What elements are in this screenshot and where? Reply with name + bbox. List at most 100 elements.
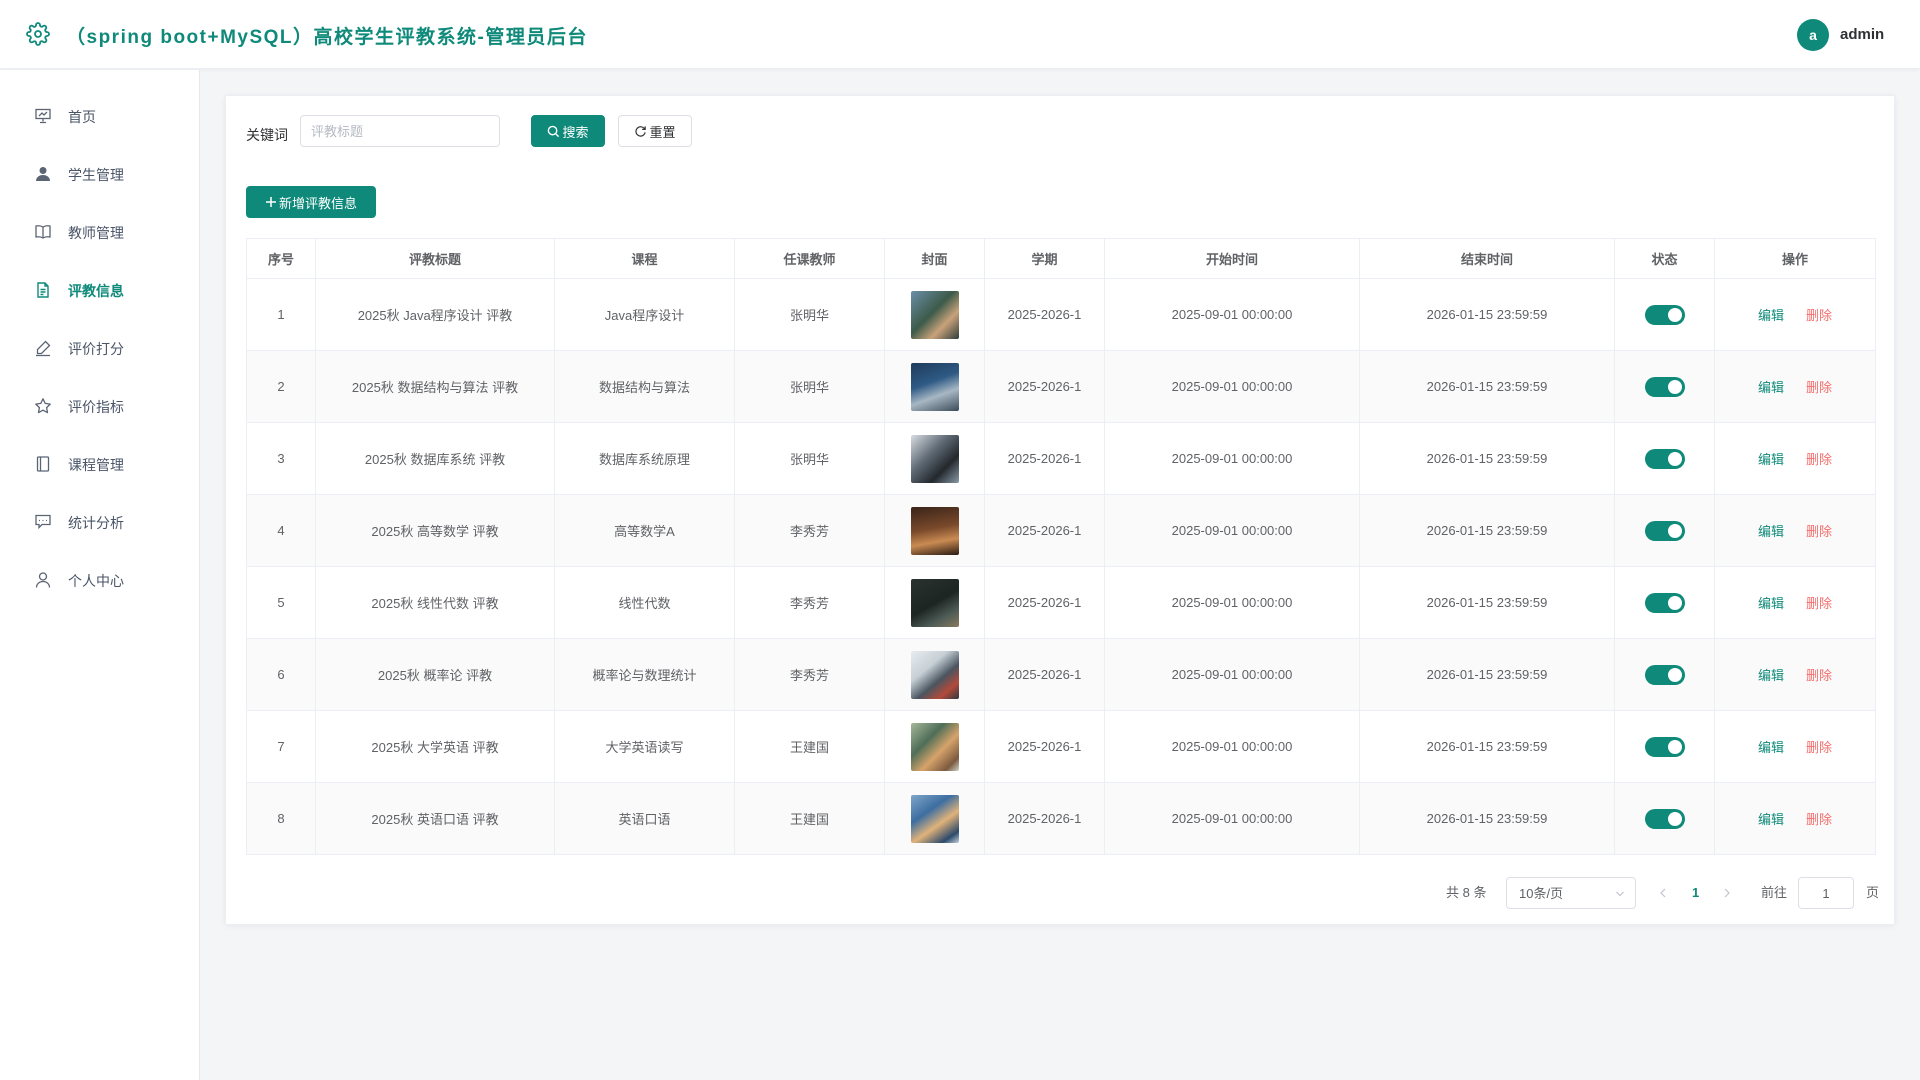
cover-image[interactable]: [910, 362, 959, 411]
sidebar-item-students[interactable]: 学生管理: [0, 150, 199, 198]
cell-term: 2025-2026-1: [984, 278, 1105, 351]
gear-icon[interactable]: [26, 22, 50, 46]
user-solid-icon: [36, 167, 50, 181]
cover-image[interactable]: [910, 578, 959, 627]
user-avatar[interactable]: a: [1797, 19, 1829, 51]
cover-image[interactable]: [910, 290, 959, 339]
goto-page-input[interactable]: [1798, 877, 1854, 909]
status-toggle[interactable]: [1644, 304, 1685, 325]
cell-status: [1614, 782, 1715, 855]
cell-start: 2025-09-01 00:00:00: [1104, 350, 1360, 423]
delete-link[interactable]: 删除: [1806, 668, 1832, 683]
pen-edit-icon: [36, 340, 51, 357]
cell-no: 6: [246, 638, 316, 711]
app-title: （spring boot+MySQL）高校学生评教系统-管理员后台: [66, 27, 588, 48]
cover-image[interactable]: [910, 794, 959, 843]
add-evaluation-button[interactable]: 新增评教信息: [246, 186, 376, 218]
document-icon: [37, 282, 49, 298]
add-button-label: 新增评教信息: [278, 195, 357, 211]
sidebar-item-label: 首页: [68, 109, 96, 125]
username-label[interactable]: admin: [1840, 26, 1884, 43]
cell-actions: 编辑 删除: [1714, 710, 1876, 783]
chevron-right-icon[interactable]: [1723, 877, 1731, 909]
delete-link[interactable]: 删除: [1806, 740, 1832, 755]
status-toggle[interactable]: [1644, 376, 1685, 397]
cell-actions: 编辑 删除: [1714, 422, 1876, 495]
cell-term: 2025-2026-1: [984, 422, 1105, 495]
table-row: 8 2025秋 英语口语 评教 英语口语 王建国 2025-2026-1 202…: [246, 782, 1876, 855]
sidebar-item-label: 个人中心: [68, 573, 124, 589]
cell-course: 英语口语: [554, 782, 735, 855]
cell-course: Java程序设计: [554, 278, 735, 351]
chevron-left-icon[interactable]: [1659, 877, 1667, 909]
cell-cover: [884, 494, 985, 567]
pagination-total: 共 8 条: [1446, 885, 1487, 900]
status-toggle[interactable]: [1644, 520, 1685, 541]
edit-link[interactable]: 编辑: [1758, 380, 1784, 395]
delete-link[interactable]: 删除: [1806, 308, 1832, 323]
page-size-select[interactable]: 10条/页: [1506, 877, 1636, 909]
delete-link[interactable]: 删除: [1806, 524, 1832, 539]
delete-link[interactable]: 删除: [1806, 380, 1832, 395]
status-toggle[interactable]: [1644, 664, 1685, 685]
cell-status: [1614, 278, 1715, 351]
sidebar-item-statistics[interactable]: 统计分析: [0, 498, 199, 546]
cell-teacher: 李秀芳: [734, 566, 885, 639]
status-toggle[interactable]: [1644, 592, 1685, 613]
cell-status: [1614, 494, 1715, 567]
edit-link[interactable]: 编辑: [1758, 668, 1784, 683]
chat-board-icon: [35, 514, 51, 530]
cell-title: 2025秋 数据结构与算法 评教: [315, 350, 555, 423]
edit-link[interactable]: 编辑: [1758, 524, 1784, 539]
sidebar-item-label: 课程管理: [68, 457, 124, 473]
sidebar-item-label: 教师管理: [68, 225, 124, 241]
sidebar-item-label: 评价指标: [68, 399, 124, 415]
delete-link[interactable]: 删除: [1806, 596, 1832, 611]
edit-link[interactable]: 编辑: [1758, 308, 1784, 323]
cell-end: 2026-01-15 23:59:59: [1359, 422, 1615, 495]
search-button[interactable]: 搜索: [531, 115, 605, 147]
edit-link[interactable]: 编辑: [1758, 452, 1784, 467]
table-row: 5 2025秋 线性代数 评教 线性代数 李秀芳 2025-2026-1 202…: [246, 566, 1876, 639]
delete-link[interactable]: 删除: [1806, 452, 1832, 467]
column-header: 课程: [554, 238, 735, 279]
sidebar-item-scoring[interactable]: 评价打分: [0, 324, 199, 372]
cell-no: 2: [246, 350, 316, 423]
reset-button[interactable]: 重置: [618, 115, 692, 147]
keyword-search-input[interactable]: [300, 115, 500, 147]
sidebar-item-profile[interactable]: 个人中心: [0, 556, 199, 604]
cover-image[interactable]: [910, 650, 959, 699]
sidebar-item-label: 评教信息: [68, 283, 124, 299]
cell-term: 2025-2026-1: [984, 566, 1105, 639]
sidebar-item-teachers[interactable]: 教师管理: [0, 208, 199, 256]
status-toggle[interactable]: [1644, 808, 1685, 829]
edit-link[interactable]: 编辑: [1758, 740, 1784, 755]
cell-course: 概率论与数理统计: [554, 638, 735, 711]
sidebar-item-courses[interactable]: 课程管理: [0, 440, 199, 488]
cell-title: 2025秋 线性代数 评教: [315, 566, 555, 639]
cell-cover: [884, 422, 985, 495]
cell-title: 2025秋 Java程序设计 评教: [315, 278, 555, 351]
cell-end: 2026-01-15 23:59:59: [1359, 278, 1615, 351]
cover-image[interactable]: [910, 506, 959, 555]
delete-link[interactable]: 删除: [1806, 812, 1832, 827]
sidebar-item-indicators[interactable]: 评价指标: [0, 382, 199, 430]
cell-title: 2025秋 高等数学 评教: [315, 494, 555, 567]
cover-image[interactable]: [910, 722, 959, 771]
edit-link[interactable]: 编辑: [1758, 596, 1784, 611]
cell-term: 2025-2026-1: [984, 638, 1105, 711]
cover-image[interactable]: [910, 434, 959, 483]
sidebar-item-evaluations[interactable]: 评教信息: [0, 266, 199, 314]
cell-end: 2026-01-15 23:59:59: [1359, 638, 1615, 711]
column-header: 序号: [246, 238, 316, 279]
status-toggle[interactable]: [1644, 736, 1685, 757]
star-icon: [35, 398, 51, 414]
edit-link[interactable]: 编辑: [1758, 812, 1784, 827]
page-number-current[interactable]: 1: [1692, 877, 1699, 909]
cell-actions: 编辑 删除: [1714, 494, 1876, 567]
status-toggle[interactable]: [1644, 448, 1685, 469]
cell-start: 2025-09-01 00:00:00: [1104, 710, 1360, 783]
sidebar-item-home[interactable]: 首页: [0, 92, 199, 140]
sidebar-item-label: 评价打分: [68, 341, 124, 357]
cell-status: [1614, 422, 1715, 495]
